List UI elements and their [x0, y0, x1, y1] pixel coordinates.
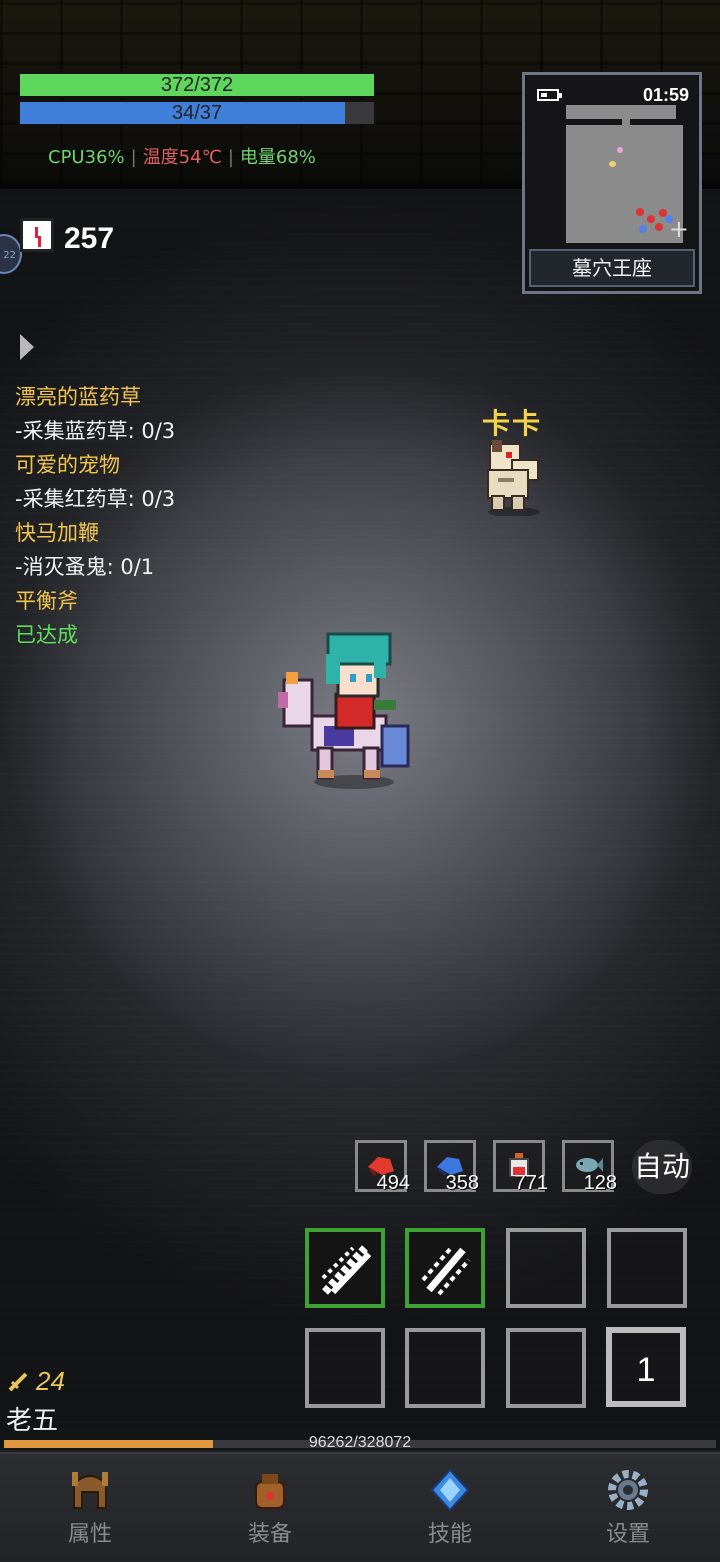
- minimap-room: [566, 105, 676, 119]
- xp-text: 96262/328072: [308, 1434, 412, 1451]
- nav-label: 装备: [247, 1522, 292, 1547]
- helmet-icon: [72, 1472, 108, 1509]
- quest-title: 平衡斧: [15, 589, 78, 613]
- separator: |: [130, 147, 137, 168]
- hp-text: 372/372: [160, 74, 234, 96]
- quest-detail: 已达成: [15, 623, 78, 647]
- gear-icon: [608, 1470, 648, 1510]
- clock-icon: [20, 218, 54, 252]
- temperature: 温度54℃: [142, 147, 222, 168]
- player-name: 老五: [6, 1406, 59, 1436]
- nav-label: 技能: [427, 1522, 472, 1547]
- slash-skill-icon: [321, 1245, 371, 1295]
- nav-label: 属性: [67, 1522, 112, 1547]
- minimap-room: [566, 125, 683, 243]
- quest-item[interactable]: 快马加鞭 -消灭蚤鬼: 0/1: [15, 516, 175, 584]
- player-level: 24: [8, 1366, 65, 1397]
- skill-slot-7[interactable]: [506, 1328, 586, 1408]
- double-slash-skill-icon: [421, 1246, 471, 1296]
- skill-page-number: 1: [636, 1351, 656, 1389]
- hp-bar: 372/372: [18, 72, 376, 98]
- skill-slot-2[interactable]: [405, 1228, 485, 1308]
- skill-slot-3[interactable]: [506, 1228, 586, 1308]
- potion-slot-bottle[interactable]: 771: [493, 1140, 548, 1194]
- quest-list[interactable]: 漂亮的蓝药草 -采集蓝药草: 0/3 可爱的宠物 -采集红药草: 0/3 快马加…: [15, 380, 175, 652]
- skill-slot-5[interactable]: [305, 1328, 385, 1408]
- quest-title: 快马加鞭: [15, 521, 99, 545]
- level-value: 24: [36, 1366, 65, 1396]
- skill-slot-6[interactable]: [405, 1328, 485, 1408]
- separator: |: [227, 147, 234, 168]
- quest-detail: -采集蓝药草: 0/3: [15, 419, 176, 443]
- bottom-nav: 属性 装备 技能 设置: [0, 1452, 720, 1562]
- quest-detail: -消灭蚤鬼: 0/1: [15, 555, 155, 579]
- npc-name: 卡卡: [482, 407, 543, 440]
- quest-title: 漂亮的蓝药草: [15, 385, 141, 409]
- quest-toggle-icon[interactable]: [20, 334, 34, 360]
- nav-attributes[interactable]: 属性: [30, 1468, 150, 1548]
- player-sprite[interactable]: [278, 630, 418, 790]
- nav-settings[interactable]: 设置: [568, 1468, 688, 1548]
- clock-time: 01:59: [642, 85, 689, 105]
- potion-slot-blue-herb[interactable]: 358: [424, 1140, 479, 1194]
- player-marker: [609, 161, 616, 167]
- quest-item[interactable]: 漂亮的蓝药草 -采集蓝药草: 0/3: [15, 380, 175, 448]
- potion-count: 771: [514, 1172, 548, 1194]
- potion-slot-red-herb[interactable]: 494: [355, 1140, 410, 1194]
- skill-slot-4[interactable]: [607, 1228, 687, 1308]
- sword-level-icon: [8, 1372, 28, 1392]
- cpu-usage: CPU36%: [48, 147, 125, 168]
- system-stats: CPU36% | 温度54℃ | 电量68%: [48, 143, 316, 169]
- potion-slot-fish[interactable]: 128: [562, 1140, 617, 1194]
- nav-skills[interactable]: 技能: [390, 1468, 510, 1548]
- quest-title: 可爱的宠物: [15, 453, 120, 477]
- potion-count: 128: [583, 1172, 617, 1194]
- enemy-marker: [639, 225, 647, 233]
- mp-bar: 34/37: [18, 100, 376, 126]
- minimap[interactable]: 01:59 + 墓穴王座: [522, 72, 702, 294]
- timer-value: 257: [64, 222, 115, 255]
- crystal-icon: [430, 1468, 470, 1512]
- enemy-marker: [655, 223, 663, 231]
- quest-item[interactable]: 平衡斧 已达成: [15, 584, 175, 652]
- npc-sprite[interactable]: [482, 438, 546, 516]
- nav-equipment[interactable]: 装备: [210, 1468, 330, 1548]
- auto-button[interactable]: 自动: [632, 1140, 692, 1194]
- battery-level: 电量68%: [239, 147, 316, 168]
- quest-item[interactable]: 可爱的宠物 -采集红药草: 0/3: [15, 448, 175, 516]
- potion-count: 494: [376, 1172, 410, 1194]
- npc-marker: [617, 147, 623, 153]
- skill-slot-1[interactable]: [305, 1228, 385, 1308]
- skill-page-button[interactable]: 1: [606, 1327, 686, 1407]
- quest-detail: -采集红药草: 0/3: [15, 487, 176, 511]
- mp-text: 34/37: [171, 102, 223, 124]
- enemy-marker: [636, 208, 644, 216]
- potion-count: 358: [445, 1172, 479, 1194]
- battery-icon: [537, 89, 562, 101]
- expand-map-icon[interactable]: +: [669, 217, 689, 241]
- enemy-marker: [647, 215, 655, 223]
- location-name: 墓穴王座: [529, 249, 695, 287]
- bag-icon: [255, 1474, 285, 1509]
- nav-label: 设置: [605, 1522, 650, 1547]
